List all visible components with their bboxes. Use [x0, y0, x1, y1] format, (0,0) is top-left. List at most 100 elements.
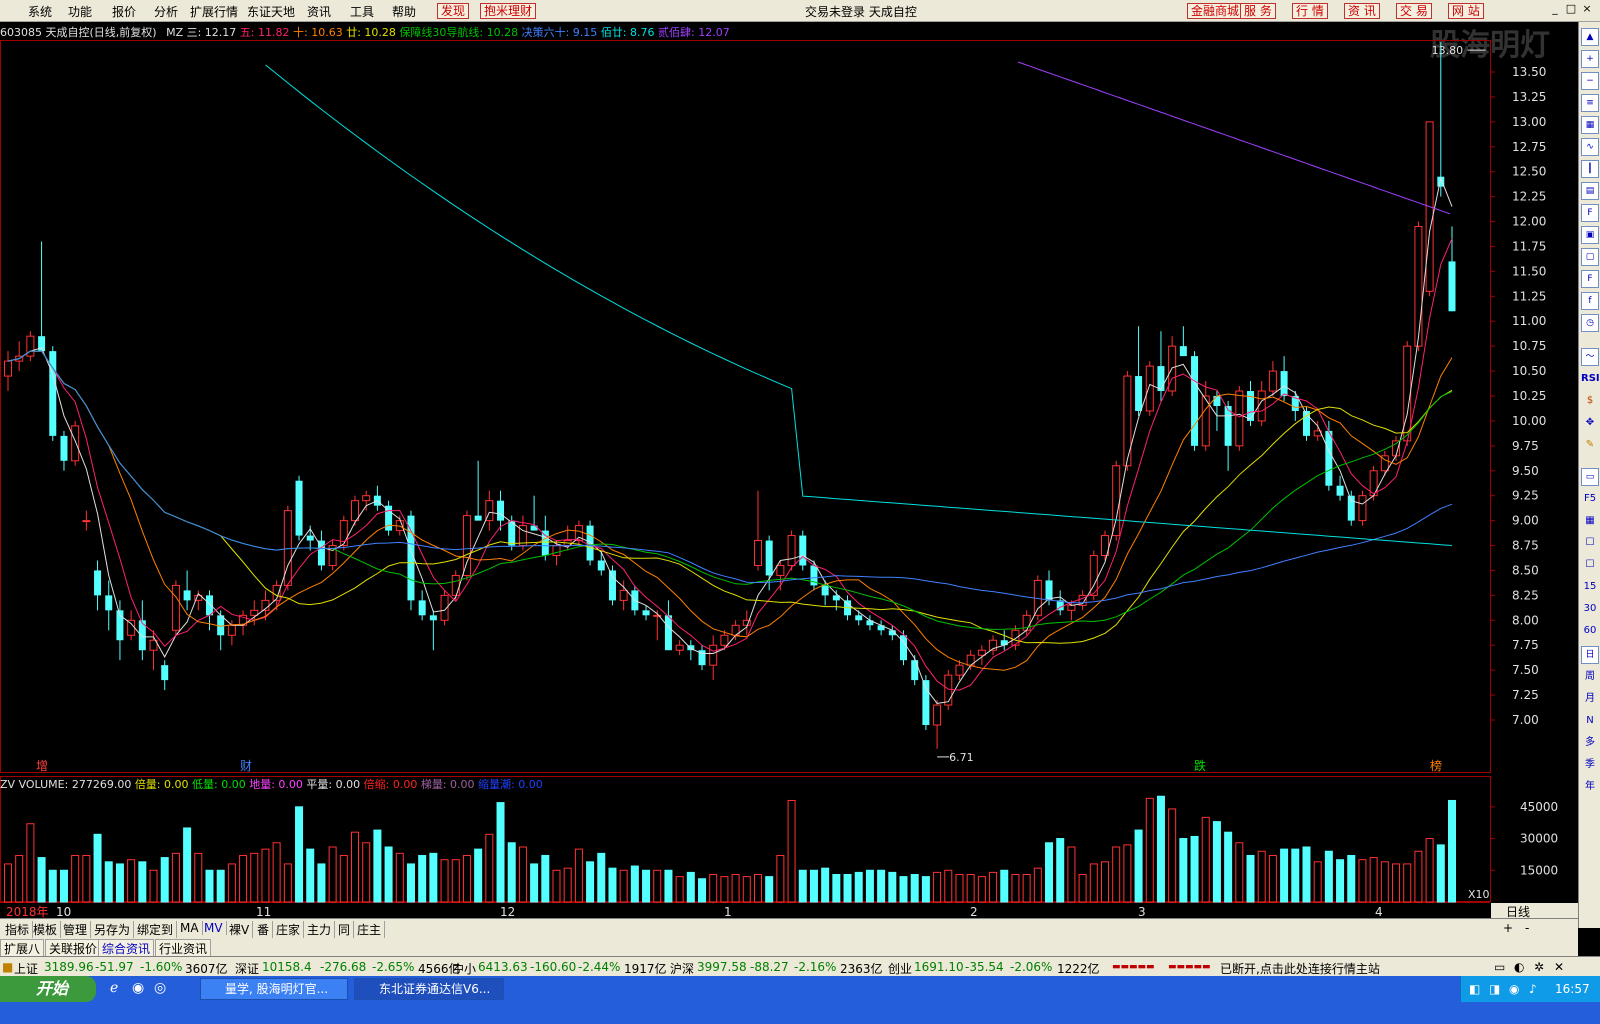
pencil-icon[interactable]: ✎: [1581, 436, 1599, 454]
money-icon[interactable]: $: [1581, 392, 1599, 410]
restore-icon[interactable]: □: [1564, 3, 1578, 17]
close-small-icon[interactable]: ✕: [1554, 960, 1564, 974]
info-tabs: 扩展八 关联报价 综合资讯 行业资讯: [0, 938, 1578, 958]
news-button[interactable]: 资 讯: [1344, 3, 1380, 19]
connection-status[interactable]: 已断开,点击此处连接行情主站: [1220, 960, 1380, 977]
tab-tong[interactable]: 同: [335, 921, 355, 938]
minimize-icon[interactable]: _: [1548, 3, 1562, 17]
index-hs-name[interactable]: 沪深: [670, 960, 694, 977]
start-button[interactable]: 开始: [0, 976, 96, 1002]
speaker-icon[interactable]: ◐: [1514, 960, 1524, 974]
volume-bar: [1168, 808, 1177, 903]
menu-baomi[interactable]: 抱米理财: [480, 3, 537, 19]
grid-icon[interactable]: ▦: [1581, 116, 1599, 134]
task-tdx[interactable]: 东北证券通达信V6...: [354, 978, 504, 1000]
market-breadth2-icon[interactable]: ▬▬▬▬▬: [1168, 962, 1211, 972]
table-icon[interactable]: ▤: [1581, 182, 1599, 200]
tab-zhuangzhu[interactable]: 庄主: [354, 921, 386, 938]
menu-news[interactable]: 资讯: [307, 3, 331, 20]
task-lianghua[interactable]: 量学, 股海明灯官...: [200, 978, 348, 1000]
app-icon[interactable]: ◎: [154, 980, 166, 996]
period-week[interactable]: 周: [1581, 668, 1599, 686]
index-sz-name[interactable]: 深证: [235, 960, 259, 977]
remove-tab-icon[interactable]: -: [1522, 921, 1532, 935]
tab-template[interactable]: 模板: [30, 921, 62, 938]
indicator-name[interactable]: MZ: [166, 26, 183, 39]
candle-body-down: [922, 680, 930, 725]
fx-icon[interactable]: f: [1581, 292, 1599, 310]
menu-dongzheng[interactable]: 东证天地: [247, 3, 295, 20]
period-30[interactable]: 30: [1581, 600, 1599, 618]
menu-discover[interactable]: 发现: [437, 3, 470, 19]
period-year[interactable]: 年: [1581, 778, 1599, 796]
doc-icon[interactable]: ▢: [1581, 248, 1599, 266]
tray-icon-1[interactable]: ◧: [1469, 982, 1480, 996]
list-icon[interactable]: ≡: [1581, 94, 1599, 112]
period-month[interactable]: 月: [1581, 690, 1599, 708]
task-tdx-label: 东北证券通达信V6...: [379, 982, 491, 996]
period-n[interactable]: N: [1581, 712, 1599, 730]
clock-icon[interactable]: ◷: [1581, 314, 1599, 332]
period-day[interactable]: 日: [1581, 646, 1599, 664]
trade-button[interactable]: 交 易: [1396, 3, 1432, 19]
period-5min-icon[interactable]: ☐: [1581, 556, 1599, 574]
zoom-out-icon[interactable]: −: [1581, 72, 1599, 90]
window-icon[interactable]: ▭: [1581, 468, 1599, 486]
tab-bind[interactable]: 绑定到: [134, 921, 178, 938]
tab-manage[interactable]: 管理: [60, 921, 92, 938]
tab-mv[interactable]: MV: [201, 921, 227, 935]
tray-icon-3[interactable]: ◉: [1509, 982, 1519, 996]
line-chart-icon[interactable]: ∿: [1581, 138, 1599, 156]
browser-icon[interactable]: ◉: [132, 980, 144, 996]
tab-bare-v[interactable]: 裸V: [226, 921, 254, 938]
price-tick-label: 11.00: [1512, 314, 1546, 328]
period-15[interactable]: 15: [1581, 578, 1599, 596]
scroll-up-icon[interactable]: ▲: [1581, 28, 1599, 46]
market-breadth-icon[interactable]: ▬▬▬▬▬: [1112, 962, 1155, 972]
close-icon[interactable]: ×: [1580, 3, 1594, 17]
tray-icon-2[interactable]: ◨: [1489, 982, 1500, 996]
candle-body-down: [1336, 485, 1344, 496]
zoom-in-icon[interactable]: +: [1581, 50, 1599, 68]
ie-icon[interactable]: ℯ: [110, 980, 118, 996]
menu-ext-quote[interactable]: 扩展行情: [190, 3, 238, 20]
period-season[interactable]: 季: [1581, 756, 1599, 774]
website-button[interactable]: 网 站: [1448, 3, 1484, 19]
clock-time[interactable]: 16:57: [1555, 982, 1590, 996]
menu-analysis[interactable]: 分析: [154, 3, 178, 20]
index-zx-name[interactable]: 中小: [452, 960, 476, 977]
mall-button[interactable]: 金融商城: [1187, 3, 1244, 19]
move-icon[interactable]: ✥: [1581, 414, 1599, 432]
period-60[interactable]: 60: [1581, 622, 1599, 640]
tab-ma[interactable]: MA: [177, 921, 203, 935]
period-1min-icon[interactable]: ☐: [1581, 534, 1599, 552]
menu-tools[interactable]: 工具: [350, 3, 374, 20]
f10-icon[interactable]: F: [1581, 204, 1599, 222]
add-tab-icon[interactable]: +: [1500, 921, 1516, 935]
f12-icon[interactable]: F: [1581, 270, 1599, 288]
calc-icon[interactable]: ▣: [1581, 226, 1599, 244]
tab-zhuli[interactable]: 主力: [304, 921, 336, 938]
tray-window-icon[interactable]: ▭: [1494, 960, 1505, 974]
tab-zhuangjia[interactable]: 庄家: [273, 921, 305, 938]
tray-icon-4[interactable]: ♪: [1529, 982, 1537, 996]
f5-button[interactable]: F5: [1581, 490, 1599, 508]
tab-indicator[interactable]: 指标: [2, 921, 34, 938]
candle-icon[interactable]: ┃: [1581, 160, 1599, 178]
index-cy-name[interactable]: 创业: [888, 960, 912, 977]
quotes-button[interactable]: 行 情: [1292, 3, 1328, 19]
menu-quote[interactable]: 报价: [112, 3, 136, 20]
index-sh-name[interactable]: 上证: [14, 960, 38, 977]
settings-icon[interactable]: ✲: [1534, 960, 1544, 974]
volume-indicator-name[interactable]: ZV: [0, 778, 15, 791]
menu-function[interactable]: 功能: [68, 3, 92, 20]
menu-help[interactable]: 帮助: [392, 3, 416, 20]
menu-system[interactable]: 系统: [28, 3, 52, 20]
service-button[interactable]: 服 务: [1240, 3, 1276, 19]
wave-icon[interactable]: 〜: [1581, 348, 1599, 366]
tab-save-as[interactable]: 另存为: [91, 921, 135, 938]
period-multi[interactable]: 多: [1581, 734, 1599, 752]
tab-fan[interactable]: 番: [254, 921, 274, 938]
grid-small-icon[interactable]: ▦: [1581, 512, 1599, 530]
rsi-button[interactable]: RSI: [1581, 370, 1600, 388]
